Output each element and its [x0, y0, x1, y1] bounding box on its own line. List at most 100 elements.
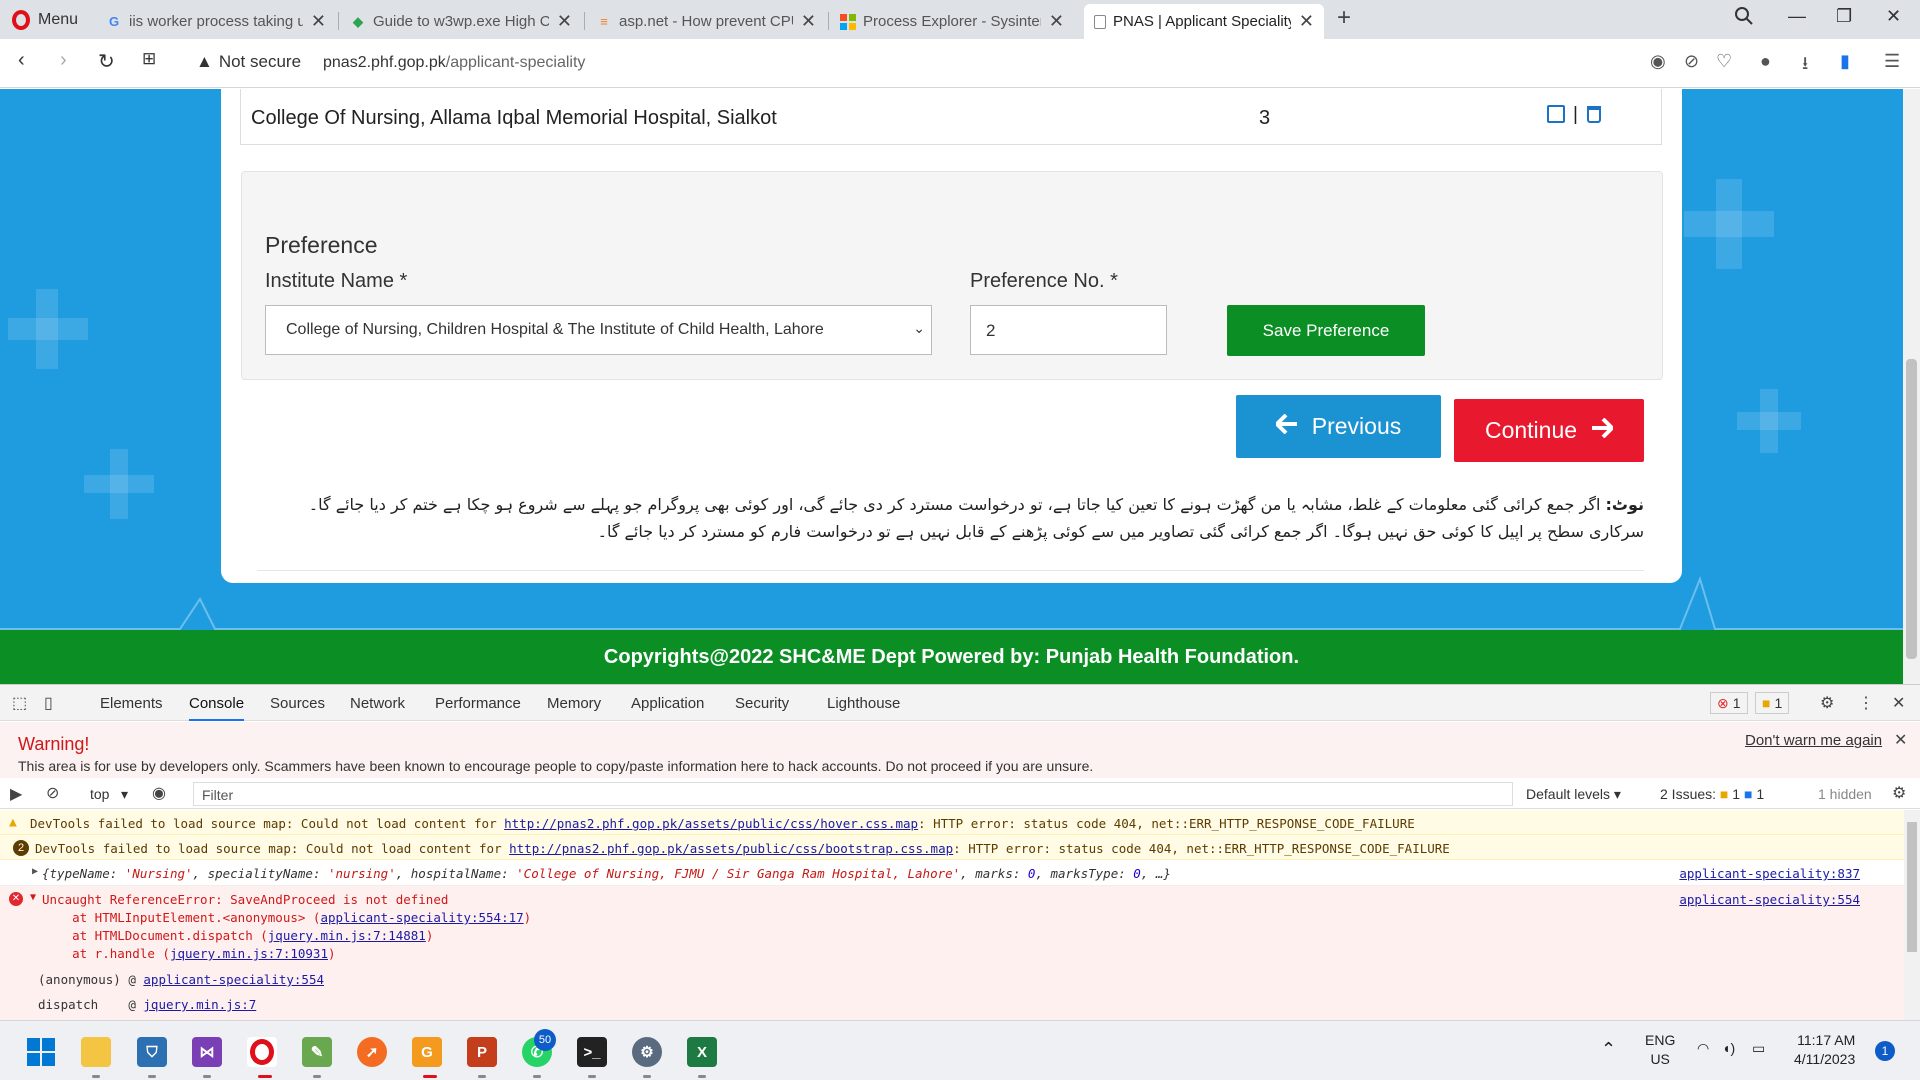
url-field[interactable]: pnas2.phf.gop.pk/applicant-speciality — [323, 54, 585, 72]
file-explorer-icon[interactable] — [81, 1037, 111, 1067]
error-circle-icon: ⊗ — [1717, 694, 1729, 711]
back-icon[interactable]: ‹ — [18, 49, 25, 72]
tab-close-icon[interactable]: ✕ — [311, 11, 326, 32]
download-icon[interactable]: ⭳ — [1802, 51, 1808, 81]
browser-tab-2[interactable]: ◆ Guide to w3wp.exe High CPU ✕ — [340, 4, 582, 39]
search-tabs-icon[interactable] — [1734, 6, 1754, 31]
reload-icon[interactable]: ↻ — [98, 49, 115, 74]
save-preference-button[interactable]: Save Preference — [1227, 305, 1425, 356]
tab-close-icon[interactable]: ✕ — [1049, 11, 1064, 32]
minimize-icon[interactable]: — — [1788, 6, 1806, 27]
context-selector[interactable]: top — [90, 786, 109, 802]
sublime-icon[interactable]: G — [412, 1037, 442, 1067]
devtools-tab-performance[interactable]: Performance — [435, 695, 521, 712]
tab-close-icon[interactable]: ✕ — [1299, 11, 1314, 32]
adblock-icon[interactable]: ⊘ — [1684, 51, 1699, 72]
devtools-tab-elements[interactable]: Elements — [100, 695, 163, 712]
page-scrollbar-thumb[interactable] — [1906, 359, 1917, 659]
tab-grid-icon[interactable]: ⊞ — [142, 49, 156, 69]
console-scrollbar-thumb[interactable] — [1907, 822, 1917, 952]
terminal-icon[interactable]: >_ — [577, 1037, 607, 1067]
console-scrollbar[interactable] — [1904, 810, 1920, 1021]
console-settings-gear-icon[interactable]: ⚙ — [1892, 783, 1906, 803]
browser-tab-4[interactable]: Process Explorer - Sysinternals ✕ — [830, 4, 1074, 39]
battery-icon[interactable]: ▭ — [1752, 1040, 1765, 1057]
settings-gear-icon[interactable]: ⚙ — [1820, 693, 1834, 713]
collapse-triangle-icon[interactable]: ▼ — [30, 892, 36, 903]
heart-icon[interactable]: ♡ — [1716, 51, 1732, 72]
devtools-tab-memory[interactable]: Memory — [547, 695, 601, 712]
excel-icon[interactable]: X — [687, 1037, 717, 1067]
devtools-tab-application[interactable]: Application — [631, 695, 704, 712]
sidebar-toggle-icon[interactable]: ▶ — [10, 784, 22, 804]
stack-link[interactable]: jquery.min.js:7:10931 — [170, 946, 328, 961]
delete-icon[interactable] — [1587, 106, 1601, 123]
inspect-element-icon[interactable]: ⬚ — [12, 693, 27, 713]
source-link[interactable]: applicant-speciality:554 — [1679, 892, 1860, 907]
notification-badge[interactable]: 1 — [1875, 1041, 1895, 1061]
source-map-link[interactable]: http://pnas2.phf.gop.pk/assets/public/cs… — [509, 841, 953, 856]
restore-icon[interactable]: ❐ — [1836, 6, 1852, 27]
expand-triangle-icon[interactable]: ▶ — [32, 866, 38, 877]
language-indicator[interactable]: ENG US — [1645, 1031, 1675, 1069]
console-object-row[interactable]: ▶ {typeName: 'Nursing', specialityName: … — [0, 860, 1904, 886]
tab-close-icon[interactable]: ✕ — [801, 11, 816, 32]
clock[interactable]: 11:17 AM 4/11/2023 — [1794, 1031, 1855, 1069]
volume-icon[interactable]: ◖) — [1722, 1040, 1735, 1056]
error-count-badge[interactable]: ⊗ 1 — [1710, 692, 1748, 714]
log-levels-dropdown[interactable]: Default levels ▾ — [1526, 786, 1621, 803]
opera-browser-icon[interactable] — [247, 1037, 277, 1067]
close-devtools-icon[interactable]: ✕ — [1892, 693, 1905, 713]
dont-warn-again-link[interactable]: Don't warn me again — [1745, 732, 1882, 749]
continue-button[interactable]: Continue — [1454, 399, 1644, 462]
devtools-tab-sources[interactable]: Sources — [270, 695, 325, 712]
previous-button[interactable]: Previous — [1236, 395, 1441, 458]
close-window-icon[interactable]: ✕ — [1886, 6, 1901, 27]
not-secure-indicator[interactable]: ▲ Not secure — [196, 52, 301, 72]
devtools-tab-lighthouse[interactable]: Lighthouse — [827, 695, 900, 712]
visual-studio-icon[interactable]: ⋈ — [192, 1037, 222, 1067]
live-expression-eye-icon[interactable]: ◉ — [152, 783, 166, 803]
trace-link[interactable]: jquery.min.js:7 — [143, 997, 256, 1012]
opera-menu-button[interactable]: Menu — [0, 0, 96, 39]
trace-link[interactable]: applicant-speciality:554 — [143, 972, 324, 987]
console-filter-input[interactable]: Filter — [193, 782, 1513, 806]
devtools-tab-console[interactable]: Console — [189, 695, 245, 721]
devtools-tab-security[interactable]: Security — [735, 695, 789, 712]
powerpoint-icon[interactable]: P — [467, 1037, 497, 1067]
page-scrollbar[interactable] — [1903, 89, 1920, 684]
browser-tab-3[interactable]: ≡ asp.net - How prevent CPU ✕ — [586, 4, 826, 39]
windows-security-icon[interactable]: ⛉ — [137, 1037, 167, 1067]
browser-tab-5-active[interactable]: PNAS | Applicant Speciality ✕ — [1084, 4, 1324, 39]
browser-tab-1[interactable]: G iis worker process taking up ✕ — [96, 4, 336, 39]
camera-icon[interactable]: ◉ — [1650, 51, 1666, 72]
site-footer: Copyrights@2022 SHC&ME Dept Powered by: … — [0, 630, 1903, 684]
tab-close-icon[interactable]: ✕ — [557, 11, 572, 32]
new-tab-plus-icon[interactable]: + — [1337, 4, 1351, 32]
institute-name-select[interactable]: College of Nursing, Children Hospital & … — [265, 305, 932, 355]
edit-icon[interactable] — [1547, 105, 1565, 123]
stack-link[interactable]: jquery.min.js:7:14881 — [268, 928, 426, 943]
clear-console-icon[interactable]: ⊘ — [46, 783, 59, 803]
settings-icon[interactable]: ⚙ — [632, 1037, 662, 1067]
chevron-up-icon[interactable]: ⌃ — [1601, 1039, 1616, 1060]
source-map-link[interactable]: http://pnas2.phf.gop.pk/assets/public/cs… — [504, 816, 918, 831]
source-link[interactable]: applicant-speciality:837 — [1679, 866, 1860, 881]
windows-start-icon[interactable] — [26, 1037, 56, 1067]
wifi-icon[interactable]: ◠ — [1697, 1040, 1709, 1057]
close-warning-icon[interactable]: ✕ — [1894, 730, 1907, 750]
issues-button[interactable]: 2 Issues: ■ 1 ■ 1 — [1660, 786, 1764, 802]
stack-link[interactable]: applicant-speciality:554:17 — [320, 910, 523, 925]
more-options-icon[interactable]: ⋮ — [1858, 693, 1874, 713]
postman-icon[interactable]: ➚ — [357, 1037, 387, 1067]
preference-no-input[interactable]: 2 — [970, 305, 1167, 355]
battery-saver-icon[interactable]: ▮ — [1840, 51, 1850, 72]
profile-icon[interactable]: ● — [1760, 51, 1771, 72]
issues-label: 2 Issues: — [1660, 786, 1717, 802]
easy-setup-icon[interactable]: ☰ — [1884, 51, 1900, 72]
paint-icon[interactable]: ✎ — [302, 1037, 332, 1067]
device-toolbar-icon[interactable]: ▯ — [44, 693, 53, 713]
forward-icon[interactable]: › — [60, 49, 67, 72]
warning-count-badge[interactable]: ■ 1 — [1755, 692, 1790, 714]
devtools-tab-network[interactable]: Network — [350, 695, 405, 712]
